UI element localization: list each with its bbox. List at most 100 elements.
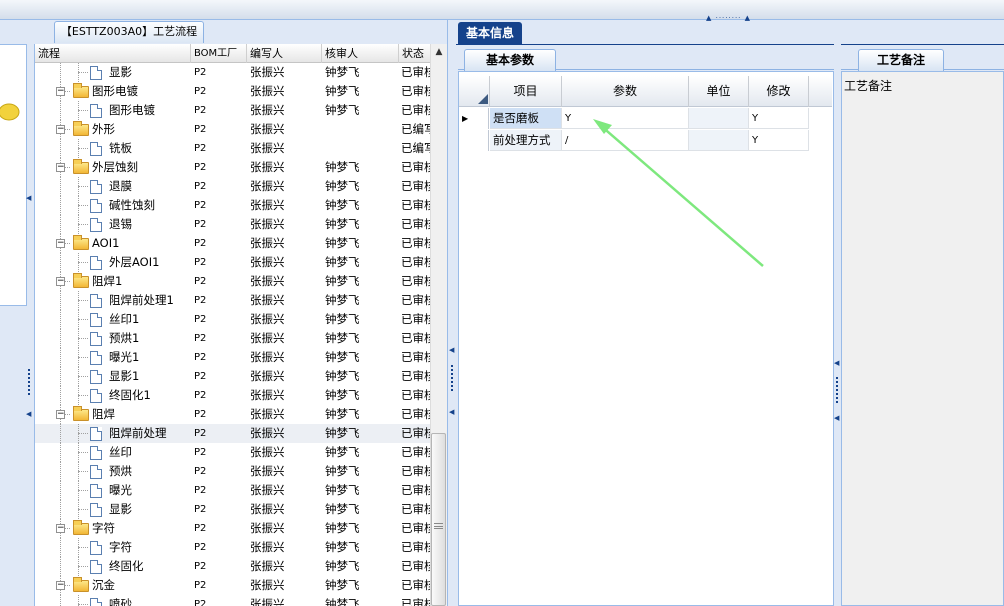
tree-step-row[interactable]: 喷砂 P2 张振兴 钟梦飞 已审核	[35, 595, 435, 606]
splitter-arrow-icon[interactable]: ◀	[834, 359, 839, 367]
collapse-icon[interactable]: −	[56, 581, 65, 590]
tree-node-label[interactable]: 退锡	[109, 215, 132, 234]
tree-step-row[interactable]: 图形电镀 P2 张振兴 钟梦飞 已审核	[35, 101, 435, 120]
tree-step-row[interactable]: 退膜 P2 张振兴 钟梦飞 已审核	[35, 177, 435, 196]
tree-step-row[interactable]: 铣板 P2 张振兴 已编写	[35, 139, 435, 158]
grid-corner-icon[interactable]	[459, 76, 490, 107]
collapse-icon[interactable]: −	[56, 410, 65, 419]
splitter-arrow-icon[interactable]: ◀	[449, 346, 454, 354]
tree-node-label[interactable]: 曝光1	[109, 348, 139, 367]
tree-node-label[interactable]: 显影1	[109, 367, 139, 386]
collapse-icon[interactable]: −	[56, 125, 65, 134]
tree-folder-row[interactable]: − 沉金 P2 张振兴 钟梦飞 已审核	[35, 576, 435, 595]
tree-step-row[interactable]: 曝光 P2 张振兴 钟梦飞 已审核	[35, 481, 435, 500]
collapse-icon[interactable]: −	[56, 524, 65, 533]
tree-folder-row[interactable]: − AOI1 P2 张振兴 钟梦飞 已审核	[35, 234, 435, 253]
tree-step-row[interactable]: 预烘1 P2 张振兴 钟梦飞 已审核	[35, 329, 435, 348]
tree-node-label[interactable]: 预烘1	[109, 329, 139, 348]
tree-node-label[interactable]: 阻焊	[92, 405, 115, 424]
collapse-handle-icon[interactable]: ▲ ········ ▲	[706, 14, 751, 22]
splitter-arrow-icon[interactable]: ◀	[26, 194, 31, 202]
process-notes-panel[interactable]	[841, 71, 1004, 606]
tree-step-row[interactable]: 显影 P2 张振兴 钟梦飞 已审核	[35, 500, 435, 519]
splitter-grip-icon[interactable]	[836, 377, 838, 403]
tree-folder-row[interactable]: − 阻焊 P2 张振兴 钟梦飞 已审核	[35, 405, 435, 424]
scrollbar-thumb[interactable]	[431, 433, 446, 606]
tree-step-row[interactable]: 外层AOI1 P2 张振兴 钟梦飞 已审核	[35, 253, 435, 272]
scroll-up-arrow-icon[interactable]: ▲	[431, 44, 447, 60]
splitter-grip-icon[interactable]	[28, 369, 30, 395]
tree-step-row[interactable]: 曝光1 P2 张振兴 钟梦飞 已审核	[35, 348, 435, 367]
tree-node-label[interactable]: 沉金	[92, 576, 115, 595]
column-header-process[interactable]: 流程	[35, 44, 191, 63]
tree-folder-row[interactable]: − 图形电镀 P2 张振兴 钟梦飞 已审核	[35, 82, 435, 101]
param-row-1-item[interactable]: 是否磨板	[490, 108, 562, 129]
left-splitter[interactable]: ◀ ◀	[26, 44, 34, 606]
writer-cell: 张振兴	[250, 141, 285, 155]
speech-bubble-icon[interactable]	[0, 103, 20, 123]
tab-basic-info[interactable]: 基本信息	[458, 22, 522, 44]
tree-node-label[interactable]: 外层AOI1	[109, 253, 159, 272]
tree-node-label[interactable]: 喷砂	[109, 595, 132, 606]
tree-node-label[interactable]: 碱性蚀刻	[109, 196, 155, 215]
tree-connector-line	[60, 595, 61, 606]
tree-step-row[interactable]: 预烘 P2 张振兴 钟梦飞 已审核	[35, 462, 435, 481]
tab-process-notes[interactable]: 工艺备注	[858, 49, 944, 71]
tree-step-row[interactable]: 显影 P2 张振兴 钟梦飞 已审核	[35, 63, 435, 82]
tree-node-label[interactable]: 外层蚀刻	[92, 158, 138, 177]
tree-node-label[interactable]: 终固化	[109, 557, 144, 576]
tab-basic-params[interactable]: 基本参数	[464, 49, 556, 71]
tree-step-row[interactable]: 退锡 P2 张振兴 钟梦飞 已审核	[35, 215, 435, 234]
row-selector[interactable]	[459, 130, 489, 151]
tree-node-label[interactable]: 丝印1	[109, 310, 139, 329]
column-header-reviewer[interactable]: 核审人	[322, 44, 399, 63]
tree-step-row[interactable]: 字符 P2 张振兴 钟梦飞 已审核	[35, 538, 435, 557]
current-row-indicator-icon[interactable]: ▶	[459, 108, 489, 129]
splitter-grip-icon[interactable]	[451, 365, 453, 391]
tree-node-label[interactable]: 显影	[109, 63, 132, 82]
tree-node-label[interactable]: 阻焊前处理	[109, 424, 167, 443]
tree-node-label[interactable]: 丝印	[109, 443, 132, 462]
tree-folder-row[interactable]: − 阻焊1 P2 张振兴 钟梦飞 已审核	[35, 272, 435, 291]
splitter-arrow-icon[interactable]: ◀	[834, 414, 839, 422]
tree-node-label[interactable]: 阻焊前处理1	[109, 291, 174, 310]
tree-step-row[interactable]: 阻焊前处理 P2 张振兴 钟梦飞 已审核	[35, 424, 435, 443]
middle-splitter[interactable]: ◀ ◀	[447, 20, 456, 606]
tree-node-label[interactable]: 字符	[109, 538, 132, 557]
tree-node-label[interactable]: 图形电镀	[109, 101, 155, 120]
collapse-icon[interactable]: −	[56, 277, 65, 286]
tree-step-row[interactable]: 阻焊前处理1 P2 张振兴 钟梦飞 已审核	[35, 291, 435, 310]
tree-step-row[interactable]: 显影1 P2 张振兴 钟梦飞 已审核	[35, 367, 435, 386]
tree-node-label[interactable]: 阻焊1	[92, 272, 122, 291]
tree-step-row[interactable]: 丝印1 P2 张振兴 钟梦飞 已审核	[35, 310, 435, 329]
tree-node-label[interactable]: 显影	[109, 500, 132, 519]
right-splitter[interactable]: ◀ ◀	[834, 44, 841, 606]
tree-node-label[interactable]: 字符	[92, 519, 115, 538]
column-header-item[interactable]: 项目	[490, 76, 562, 107]
collapse-icon[interactable]: −	[56, 163, 65, 172]
column-header-writer[interactable]: 编写人	[247, 44, 322, 63]
collapse-icon[interactable]: −	[56, 239, 65, 248]
tree-node-label[interactable]: 终固化1	[109, 386, 151, 405]
tree-node-label[interactable]: 退膜	[109, 177, 132, 196]
reviewer-cell: 钟梦飞	[325, 597, 360, 606]
tree-node-label[interactable]: 铣板	[109, 139, 132, 158]
tree-step-row[interactable]: 丝印 P2 张振兴 钟梦飞 已审核	[35, 443, 435, 462]
tree-step-row[interactable]: 终固化 P2 张振兴 钟梦飞 已审核	[35, 557, 435, 576]
tree-node-label[interactable]: AOI1	[92, 234, 119, 253]
tree-node-label[interactable]: 曝光	[109, 481, 132, 500]
splitter-arrow-icon[interactable]: ◀	[26, 410, 31, 418]
tab-process-flow[interactable]: 【ESTTZ003A0】工艺流程	[54, 21, 204, 43]
collapse-icon[interactable]: −	[56, 87, 65, 96]
splitter-arrow-icon[interactable]: ◀	[449, 408, 454, 416]
tree-node-label[interactable]: 外形	[92, 120, 115, 139]
tree-folder-row[interactable]: − 外形 P2 张振兴 已编写	[35, 120, 435, 139]
tree-folder-row[interactable]: − 外层蚀刻 P2 张振兴 钟梦飞 已审核	[35, 158, 435, 177]
tree-folder-row[interactable]: − 字符 P2 张振兴 钟梦飞 已审核	[35, 519, 435, 538]
param-row-2-item[interactable]: 前处理方式	[490, 130, 562, 151]
tree-step-row[interactable]: 碱性蚀刻 P2 张振兴 钟梦飞 已审核	[35, 196, 435, 215]
tree-node-label[interactable]: 预烘	[109, 462, 132, 481]
tree-node-label[interactable]: 图形电镀	[92, 82, 138, 101]
column-header-bom-factory[interactable]: BOM工厂	[191, 44, 247, 63]
tree-step-row[interactable]: 终固化1 P2 张振兴 钟梦飞 已审核	[35, 386, 435, 405]
